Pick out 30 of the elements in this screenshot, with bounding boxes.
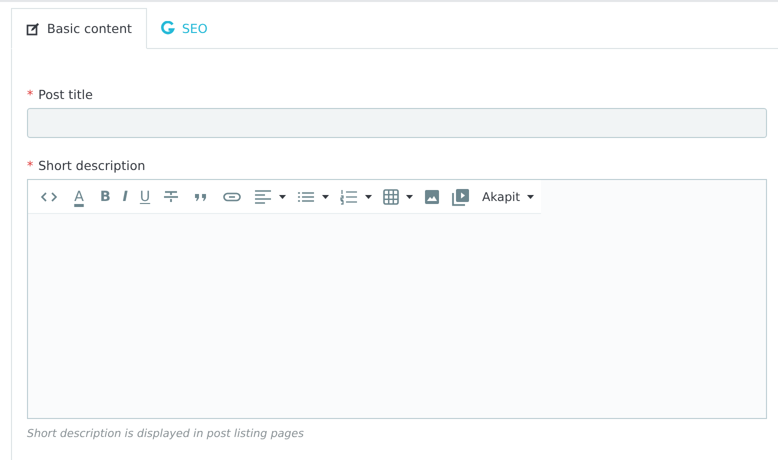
numbered-list-icon [340,188,358,204]
toolbar-button[interactable]: A [64,184,94,210]
tab[interactable]: Basic content [11,8,147,49]
format-dropdown[interactable]: Akapit [476,184,542,210]
edit-icon [26,22,40,36]
align-left-icon [254,188,272,204]
required-mark: * [27,158,34,173]
caret-icon [364,194,374,200]
text-editor[interactable]: A B I U Akapit [27,179,767,419]
image-icon [424,188,440,204]
field-label: Post title [38,87,93,102]
video-icon [452,188,470,206]
toolbar-button[interactable]: U [134,184,156,210]
toolbar-button[interactable]: B [94,184,117,210]
toolbar-button[interactable]: I [116,184,134,210]
caret-icon [321,194,330,200]
tab[interactable]: SEO [146,8,222,49]
input-field[interactable] [27,108,767,138]
caret-icon [278,194,288,200]
caret-icon [526,194,536,200]
g-logo-icon [160,21,175,35]
strikethrough-icon [162,188,180,204]
caret-icon [405,194,414,200]
table-icon [383,188,400,204]
code-icon [40,190,58,204]
help-text: Short description is displayed in post listing pages [27,427,305,440]
field-label: Short description [38,158,146,173]
required-mark: * [27,87,34,102]
link-icon [222,190,242,204]
bullet-list-icon [297,190,316,204]
